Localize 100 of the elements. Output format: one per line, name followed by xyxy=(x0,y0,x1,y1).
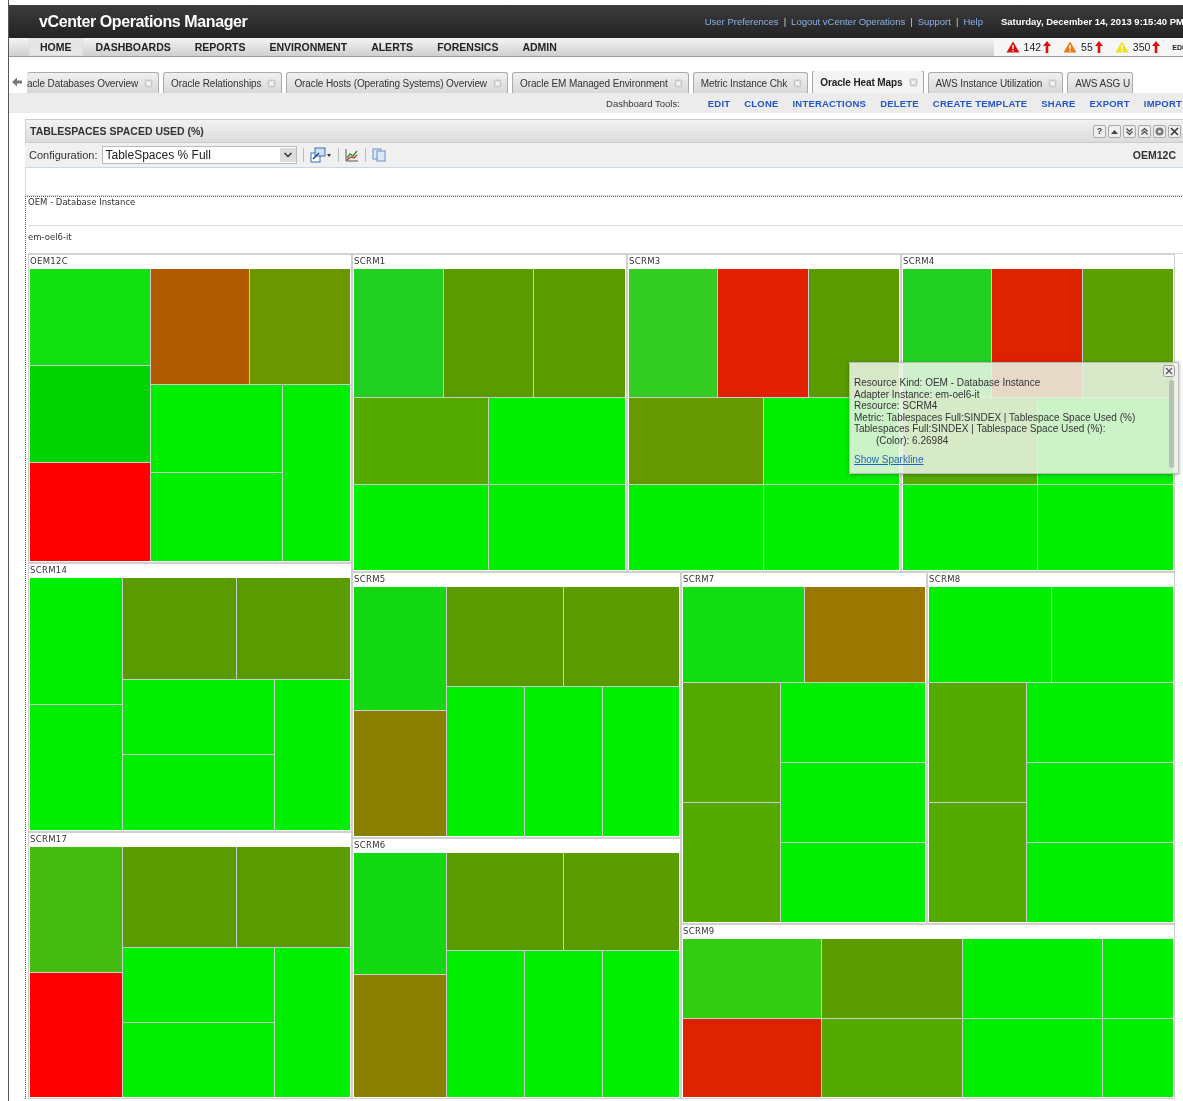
nav-item[interactable]: ADMIN xyxy=(511,38,568,56)
heatmap-tile[interactable] xyxy=(447,587,563,687)
line-chart-icon[interactable] xyxy=(344,148,359,162)
tab[interactable]: Oracle EM Managed Environment xyxy=(512,72,689,93)
heatmap-tile[interactable] xyxy=(354,853,446,974)
heatmap-tile[interactable] xyxy=(250,269,350,384)
alert-count[interactable]: 142 xyxy=(1023,41,1042,53)
heatmap-tile[interactable] xyxy=(1051,587,1173,683)
heatmap-tile[interactable] xyxy=(629,484,763,570)
heatmap-tile[interactable] xyxy=(122,1023,274,1097)
nav-item[interactable]: HOME xyxy=(29,38,83,56)
toolbar-link[interactable]: INTERACTIONS xyxy=(792,97,867,109)
heatmap-tile[interactable] xyxy=(804,587,925,683)
tab[interactable]: AWS ASG U xyxy=(1067,72,1134,93)
window-arrow-icon[interactable] xyxy=(309,147,332,163)
close-icon[interactable] xyxy=(1168,124,1181,138)
nav-item[interactable]: ALERTS xyxy=(360,38,425,56)
heatmap-tile[interactable] xyxy=(30,972,122,1097)
heatmap-tile[interactable] xyxy=(354,484,488,570)
heatmap-tile[interactable] xyxy=(780,762,925,843)
toolbar-link[interactable]: DELETE xyxy=(880,97,919,109)
heatmap-tile[interactable] xyxy=(780,843,925,922)
toolbar-link[interactable]: CREATE TEMPLATE xyxy=(932,97,1028,109)
heatmap-tile[interactable] xyxy=(780,683,925,762)
heatmap-tile[interactable] xyxy=(283,385,350,561)
heatmap-tile[interactable] xyxy=(354,269,443,397)
heatmap-tile[interactable] xyxy=(150,385,283,472)
heatmap-tile[interactable] xyxy=(683,803,780,922)
tab[interactable]: acle Databases Overview xyxy=(27,72,160,93)
tab[interactable]: Oracle Relationships xyxy=(163,72,283,93)
heatmap-tile[interactable] xyxy=(822,939,963,1018)
heatmap-tile[interactable] xyxy=(443,269,534,397)
heatmap-tile[interactable] xyxy=(122,578,236,679)
double-down-icon[interactable] xyxy=(1123,124,1136,138)
heatmap-tile[interactable] xyxy=(683,587,804,683)
double-up-icon[interactable] xyxy=(1138,124,1151,138)
heatmap-tile[interactable] xyxy=(122,948,274,1022)
heatmap-tile[interactable] xyxy=(1103,939,1173,1018)
heatmap-tile[interactable] xyxy=(563,853,679,951)
heatmap-tile[interactable] xyxy=(683,683,780,803)
heatmap-tile[interactable] xyxy=(30,704,122,830)
heatmap-tile[interactable] xyxy=(447,951,525,1097)
heatmap-tile[interactable] xyxy=(447,853,563,951)
toolbar-link[interactable]: CLONE xyxy=(744,97,779,109)
heatmap-tile[interactable] xyxy=(122,679,274,755)
heatmap-tile[interactable] xyxy=(1037,484,1173,570)
heatmap-tile[interactable] xyxy=(274,679,350,830)
header-link[interactable]: User Preferences xyxy=(704,16,779,27)
nav-item[interactable]: ENVIRONMENT xyxy=(258,38,359,56)
heatmap-tile[interactable] xyxy=(30,847,122,972)
tab[interactable]: AWS Instance Utilization xyxy=(927,72,1064,93)
heatmap-tile[interactable] xyxy=(929,587,1051,683)
heatmap-tile[interactable] xyxy=(718,269,808,397)
heatmap-tile[interactable] xyxy=(1103,1018,1173,1097)
heatmap-tile[interactable] xyxy=(354,587,446,710)
tab[interactable]: Metric Instance Chk xyxy=(692,72,809,93)
heatmap-tile[interactable] xyxy=(525,687,602,836)
heatmap-tile[interactable] xyxy=(963,1018,1103,1097)
heatmap-tile[interactable] xyxy=(683,1018,822,1097)
heatmap-tile[interactable] xyxy=(354,398,488,484)
heatmap-tile[interactable] xyxy=(274,948,350,1097)
heatmap-tile[interactable] xyxy=(354,711,446,836)
heatmap-tile[interactable] xyxy=(963,939,1103,1018)
scrollbar-thumb[interactable] xyxy=(1169,380,1174,468)
tab[interactable]: Oracle Heat Maps xyxy=(812,71,924,93)
toolbar-link[interactable]: EXPORT xyxy=(1089,97,1130,109)
configuration-dropdown[interactable]: TableSpaces % Full xyxy=(101,146,297,164)
help-button[interactable]: ? xyxy=(1093,124,1106,138)
left-arrow-icon[interactable] xyxy=(12,77,22,87)
heatmap-tile[interactable] xyxy=(763,484,899,570)
toolbar-link[interactable]: SHARE xyxy=(1041,97,1076,109)
heatmap-tile[interactable] xyxy=(602,951,679,1097)
heatmap-tile[interactable] xyxy=(30,463,150,561)
header-link[interactable]: Support xyxy=(917,16,951,27)
alert-count[interactable]: 55 xyxy=(1081,41,1093,53)
toolbar-link[interactable]: EDIT xyxy=(707,97,731,109)
heatmap-tile[interactable] xyxy=(1027,683,1173,762)
heatmap-tile[interactable] xyxy=(534,269,625,397)
heatmap-tile[interactable] xyxy=(489,398,625,484)
heatmap-tile[interactable] xyxy=(236,847,350,947)
heatmap-tile[interactable] xyxy=(150,472,283,561)
heatmap-tile[interactable] xyxy=(683,939,822,1018)
copy-icon[interactable] xyxy=(371,148,386,162)
collapse-button[interactable] xyxy=(1108,124,1121,138)
heatmap-tile[interactable] xyxy=(525,951,602,1097)
heatmap-tile[interactable] xyxy=(629,269,718,397)
toolbar-link[interactable]: IMPORT xyxy=(1143,97,1182,109)
heatmap-tile[interactable] xyxy=(236,578,350,679)
heatmap-tile[interactable] xyxy=(563,587,679,687)
alert-count[interactable]: 350 xyxy=(1132,41,1151,53)
nav-item[interactable]: DASHBOARDS xyxy=(84,38,182,56)
heatmap-tile[interactable] xyxy=(354,974,446,1097)
heatmap-tile[interactable] xyxy=(929,803,1027,922)
heatmap-tile[interactable] xyxy=(602,687,679,836)
nav-item[interactable]: FORENSICS xyxy=(426,38,510,56)
heatmap-tile[interactable] xyxy=(822,1018,963,1097)
close-icon[interactable] xyxy=(1163,365,1175,377)
heatmap-tile[interactable] xyxy=(629,398,763,484)
heatmap-tile[interactable] xyxy=(903,484,1037,570)
tab[interactable]: Oracle Hosts (Operating Systems) Overview xyxy=(286,72,508,93)
